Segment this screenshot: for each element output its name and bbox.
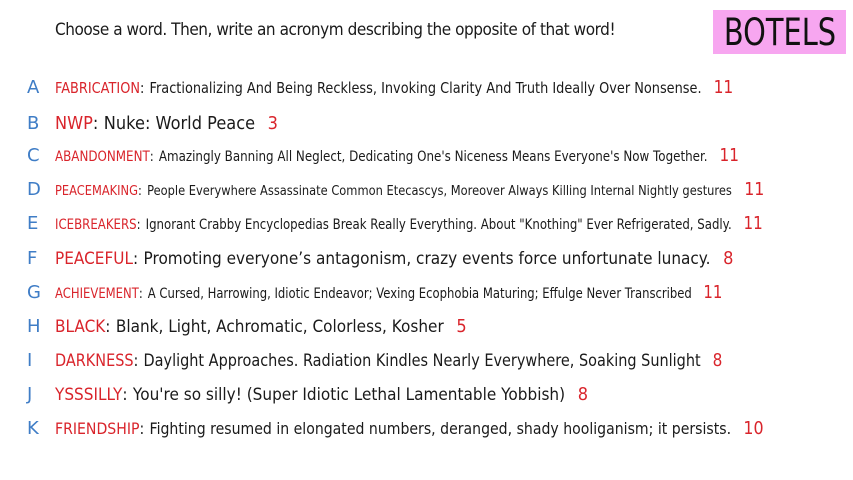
entry-count: 11 [703, 281, 723, 303]
entry-word: ABANDONMENT [55, 148, 150, 165]
entry-body: BLACK: Blank, Light, Achromatic, Colorle… [55, 316, 467, 337]
logo-text: BOTELS [723, 10, 836, 54]
entry-word: PEACEMAKING [55, 183, 138, 199]
entry-row-j: J YSSSILLY: You're so silly! (Super Idio… [0, 379, 853, 409]
entry-acronym: Blank, Light, Achromatic, Colorless, Kos… [115, 316, 444, 337]
entry-word: NWP [55, 112, 93, 134]
entry-acronym: Ignorant Crabby Encyclopedias Break Real… [145, 216, 732, 233]
entry-colon: : [92, 112, 99, 134]
entry-letter: A [27, 76, 40, 98]
entry-count: 11 [743, 212, 763, 234]
entry-word: YSSSILLY [55, 384, 123, 405]
entry-colon: : [139, 418, 145, 438]
entry-body: ABANDONMENT: Amazingly Banning All Negle… [55, 145, 739, 166]
entry-count: 11 [719, 144, 739, 166]
entry-letter: E [27, 212, 39, 234]
entry-colon: : [137, 183, 142, 199]
entry-word: FRIENDSHIP [55, 418, 140, 438]
entry-row-g: G ACHIEVEMENT: A Cursed, Harrowing, Idio… [0, 277, 853, 307]
entry-letter: B [27, 112, 40, 134]
entry-count: 11 [713, 76, 734, 98]
entry-word: FABRICATION [55, 78, 141, 97]
entry-count: 5 [456, 315, 467, 337]
entry-letter: F [27, 247, 38, 269]
entry-body: YSSSILLY: You're so silly! (Super Idioti… [55, 384, 588, 405]
entry-acronym: People Everywhere Assassinate Common Ete… [147, 183, 732, 199]
entry-body: ACHIEVEMENT: A Cursed, Harrowing, Idioti… [55, 282, 722, 303]
prompt-text: Choose a word. Then, write an acronym de… [55, 20, 616, 40]
entry-count: 8 [723, 247, 734, 269]
entry-acronym: Daylight Approaches. Radiation Kindles N… [143, 350, 701, 371]
entry-colon: : [140, 78, 145, 97]
entry-letter: C [27, 144, 40, 166]
entry-count: 11 [744, 178, 765, 200]
entry-body: FRIENDSHIP: Fighting resumed in elongate… [55, 418, 764, 439]
entry-count: 8 [712, 349, 723, 371]
entry-body: FABRICATION: Fractionalizing And Being R… [55, 77, 733, 98]
entry-row-b: B NWP: Nuke: World Peace 3 [0, 108, 853, 138]
entry-acronym: You're so silly! (Super Idiotic Lethal L… [132, 384, 566, 405]
entry-row-i: I DARKNESS: Daylight Approaches. Radiati… [0, 345, 853, 375]
entry-word: BLACK [55, 316, 106, 337]
entry-acronym: Amazingly Banning All Neglect, Dedicatin… [158, 148, 708, 165]
entry-word: PEACEFUL [55, 248, 133, 269]
entry-row-a: A FABRICATION: Fractionalizing And Being… [0, 72, 853, 102]
entry-colon: : [136, 216, 141, 233]
entry-letter: J [27, 383, 33, 405]
entry-body: PEACEMAKING: People Everywhere Assassina… [55, 179, 764, 200]
entry-row-h: H BLACK: Blank, Light, Achromatic, Color… [0, 311, 853, 341]
entry-letter: I [27, 349, 33, 371]
entry-body: ICEBREAKERS: Ignorant Crabby Encyclopedi… [55, 213, 763, 234]
entry-letter: D [27, 178, 41, 200]
entry-colon: : [133, 350, 139, 371]
entry-count: 3 [267, 112, 278, 134]
entry-acronym: Fighting resumed in elongated numbers, d… [149, 418, 732, 438]
entry-acronym: Promoting everyone’s antagonism, crazy e… [143, 248, 711, 269]
entry-row-f: F PEACEFUL: Promoting everyone’s antagon… [0, 243, 853, 273]
entry-acronym: Fractionalizing And Being Reckless, Invo… [149, 78, 702, 97]
entry-count: 8 [577, 383, 588, 405]
entry-count: 10 [743, 417, 764, 439]
entry-word: ICEBREAKERS [55, 216, 137, 233]
entry-word: ACHIEVEMENT [55, 285, 139, 302]
entry-row-c: C ABANDONMENT: Amazingly Banning All Neg… [0, 140, 853, 170]
entry-colon: : [132, 248, 139, 269]
entry-colon: : [138, 285, 143, 302]
entry-word: DARKNESS [55, 350, 134, 371]
entry-acronym: Nuke: World Peace [103, 112, 256, 134]
entry-row-e: E ICEBREAKERS: Ignorant Crabby Encyclope… [0, 208, 853, 238]
entry-row-d: D PEACEMAKING: People Everywhere Assassi… [0, 174, 853, 204]
entry-acronym: A Cursed, Harrowing, Idiotic Endeavor; V… [147, 285, 692, 302]
entry-body: NWP: Nuke: World Peace 3 [55, 113, 278, 134]
entry-letter: H [27, 315, 41, 337]
entry-letter: K [27, 417, 39, 439]
entry-letter: G [27, 281, 41, 303]
entry-colon: : [122, 384, 128, 405]
entry-colon: : [105, 316, 111, 337]
entry-body: DARKNESS: Daylight Approaches. Radiation… [55, 350, 722, 371]
botels-logo: BOTELS [713, 10, 846, 54]
entry-body: PEACEFUL: Promoting everyone’s antagonis… [55, 248, 733, 269]
entry-colon: : [149, 148, 154, 165]
entry-row-k: K FRIENDSHIP: Fighting resumed in elonga… [0, 413, 853, 443]
